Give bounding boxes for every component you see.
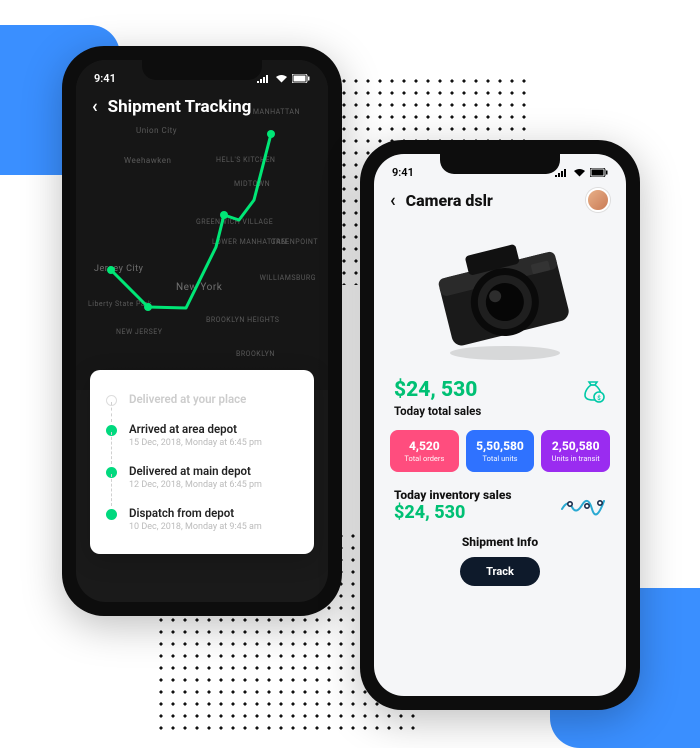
- stat-card-orders[interactable]: 4,520 Total orders: [390, 430, 459, 472]
- phone-notch: [440, 154, 560, 174]
- inventory-title: Today inventory sales: [394, 488, 512, 502]
- stat-value: 5,50,580: [472, 439, 529, 453]
- sparkline-icon: [560, 493, 606, 519]
- step-title: Delivered at main depot: [129, 464, 262, 478]
- battery-icon: [292, 74, 310, 83]
- stat-label: Total units: [472, 454, 529, 463]
- shipment-block: Shipment Info Track: [374, 529, 626, 600]
- product-image: [394, 220, 606, 370]
- stat-card-transit[interactable]: 2,50,580 Units in transit: [541, 430, 610, 472]
- status-icons: [257, 74, 310, 83]
- stat-value: 4,520: [396, 439, 453, 453]
- inventory-amount: $24, 530: [394, 502, 512, 523]
- page-title: Shipment Tracking: [108, 97, 252, 117]
- tracking-card: Delivered at your place Arrived at area …: [90, 370, 314, 554]
- stat-card-units[interactable]: 5,50,580 Total units: [466, 430, 535, 472]
- page-title: Camera dslr: [406, 191, 493, 210]
- phone-notch: [142, 60, 262, 80]
- sales-amount: $24, 530: [394, 378, 481, 402]
- step-dot-icon: [106, 467, 117, 478]
- sales-summary: $24, 530 Today total sales $: [374, 378, 626, 418]
- page-header: ‹ Shipment Tracking: [76, 88, 328, 125]
- step-dot-icon: [106, 425, 117, 436]
- signal-icon: [555, 168, 569, 177]
- status-time: 9:41: [392, 166, 414, 179]
- inventory-summary: Today inventory sales $24, 530: [374, 484, 626, 529]
- stat-label: Units in transit: [547, 454, 604, 463]
- stat-label: Total orders: [396, 454, 453, 463]
- phone-mockup-tracking: MANHATTAN Union City Weehawken HELL'S KI…: [62, 46, 342, 616]
- status-icons: [555, 168, 608, 177]
- step-title: Dispatch from depot: [129, 506, 262, 520]
- signal-icon: [257, 74, 271, 83]
- step-dot-icon: [106, 395, 117, 406]
- back-button[interactable]: ‹: [92, 96, 98, 117]
- page-header: ‹ Camera dslr: [374, 182, 626, 216]
- camera-icon: [415, 225, 585, 365]
- status-time: 9:41: [94, 72, 116, 85]
- tracking-step: Dispatch from depot 10 Dec, 2018, Monday…: [106, 498, 298, 540]
- step-title: Arrived at area depot: [129, 422, 262, 436]
- step-subtitle: 10 Dec, 2018, Monday at 9:45 am: [129, 522, 262, 532]
- phone-mockup-product: 9:41 ‹ Camera dslr: [360, 140, 640, 710]
- shipment-title: Shipment Info: [374, 535, 626, 549]
- step-title: Delivered at your place: [129, 392, 246, 406]
- step-subtitle: 15 Dec, 2018, Monday at 6:45 pm: [129, 438, 262, 448]
- tracking-step: Delivered at main depot 12 Dec, 2018, Mo…: [106, 456, 298, 498]
- stat-value: 2,50,580: [547, 439, 604, 453]
- tracking-step: Arrived at area depot 15 Dec, 2018, Mond…: [106, 414, 298, 456]
- step-dot-icon: [106, 509, 117, 520]
- avatar[interactable]: [586, 188, 610, 212]
- battery-icon: [590, 168, 608, 177]
- money-bag-icon: $: [580, 378, 606, 404]
- stat-cards: 4,520 Total orders 5,50,580 Total units …: [374, 418, 626, 484]
- sales-label: Today total sales: [394, 404, 481, 418]
- svg-text:$: $: [597, 395, 601, 402]
- track-button[interactable]: Track: [460, 557, 540, 586]
- back-button[interactable]: ‹: [390, 190, 396, 211]
- step-subtitle: 12 Dec, 2018, Monday at 6:45 pm: [129, 480, 262, 490]
- wifi-icon: [275, 74, 288, 83]
- wifi-icon: [573, 168, 586, 177]
